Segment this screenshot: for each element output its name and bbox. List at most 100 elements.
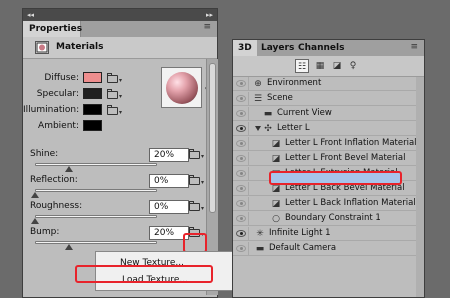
list-item[interactable]: ✳ Infinite Light 1 [233, 227, 424, 241]
slider-track[interactable] [35, 215, 157, 218]
slider-thumb[interactable] [31, 218, 39, 224]
eye-icon [236, 155, 246, 162]
visibility-toggle[interactable] [233, 152, 249, 166]
tab-channels[interactable]: Channels [293, 40, 349, 56]
filter-toolbar: ☷ ▦ ◪ ♀ [233, 56, 424, 77]
slider-label: Reflection: [30, 175, 78, 185]
scene-icon: ☰ [253, 94, 263, 104]
page-title: Materials [56, 42, 104, 52]
list-item-label: Letter L [277, 123, 310, 133]
panel-menu-icon[interactable]: ≡ [203, 22, 211, 32]
eye-icon [236, 125, 246, 132]
slider-value-field[interactable]: 0% [149, 200, 189, 214]
globe-icon: ⊕ [254, 79, 262, 89]
material-preview-sphere[interactable] [161, 67, 202, 108]
slider-track[interactable] [35, 189, 157, 192]
list-item-label: Default Camera [269, 243, 337, 253]
properties-panel: ◂◂ ▸▸ Properties ≡ Materials Diffuse: ▾ Sp… [22, 8, 239, 298]
camera-icon: ▬ [263, 109, 273, 119]
bump-folder-highlight [183, 233, 207, 253]
scene-tab-bar: 3D Layers Channels ≡ [233, 40, 424, 56]
eye-icon [236, 230, 246, 237]
slider-track[interactable] [35, 241, 157, 244]
list-item-label: Letter L Back Inflation Material [285, 198, 416, 208]
list-item[interactable]: ◪ Letter L Front Inflation Material [233, 137, 424, 151]
slider-value-field[interactable]: 0% [149, 174, 189, 188]
folder-icon[interactable]: ▾ [189, 201, 204, 212]
panel-menu-icon[interactable]: ≡ [410, 42, 418, 52]
folder-icon[interactable]: ▾ [107, 89, 122, 100]
slider-thumb[interactable] [65, 166, 73, 172]
sphere-preview [166, 72, 198, 104]
scene-scrollbar[interactable] [416, 77, 424, 297]
load-texture-highlight [75, 265, 213, 283]
materials-icon [35, 41, 49, 54]
list-item[interactable]: ☰ Scene [233, 92, 424, 106]
eye-icon [236, 245, 246, 252]
visibility-toggle[interactable] [233, 77, 249, 91]
material-icon: ◪ [271, 184, 281, 194]
list-item[interactable]: ▬ Default Camera [233, 242, 424, 256]
slider-label: Shine: [30, 149, 59, 159]
filter-lights-icon[interactable]: ♀ [346, 59, 360, 73]
list-item[interactable]: ✣ Letter L [233, 122, 424, 136]
list-item-label: Infinite Light 1 [269, 228, 331, 238]
collapse-icon[interactable]: ◂◂ [27, 11, 34, 19]
eye-icon [236, 95, 246, 102]
filter-whole-scene-icon[interactable]: ☷ [295, 59, 309, 73]
close-icon[interactable]: ▸▸ [206, 11, 213, 19]
slider-thumb[interactable] [31, 192, 39, 198]
eye-icon [236, 170, 246, 177]
color-row-label: Specular: [36, 89, 79, 99]
eye-icon [236, 215, 246, 222]
folder-icon[interactable]: ▾ [189, 175, 204, 186]
color-swatch[interactable] [83, 104, 102, 115]
list-item[interactable]: ◪ Letter L Back Inflation Material [233, 197, 424, 211]
tab-3d[interactable]: 3D [233, 40, 257, 56]
visibility-toggle[interactable] [233, 197, 249, 211]
slider-label: Bump: [30, 227, 60, 237]
material-icon: ◪ [271, 139, 281, 149]
list-item[interactable]: ○ Boundary Constraint 1 [233, 212, 424, 226]
visibility-toggle[interactable] [233, 137, 249, 151]
selected-row-highlight [269, 171, 402, 185]
color-row-label: Diffuse: [44, 73, 79, 83]
visibility-toggle[interactable] [233, 92, 249, 106]
slider-label: Roughness: [30, 201, 83, 211]
list-item-label: Letter L Front Bevel Material [285, 153, 406, 163]
material-icon: ◪ [271, 154, 281, 164]
list-item-label: Current View [277, 108, 332, 118]
list-item[interactable]: ⊕ Environment [233, 77, 424, 91]
tab-properties[interactable]: Properties [23, 21, 82, 37]
list-item[interactable]: ◪ Letter L Front Bevel Material [233, 152, 424, 166]
constraint-icon: ○ [272, 214, 280, 224]
visibility-toggle[interactable] [233, 122, 249, 136]
list-item-label: Environment [267, 78, 322, 88]
color-swatch[interactable] [83, 88, 102, 99]
color-swatch[interactable] [83, 120, 102, 131]
visibility-toggle[interactable] [233, 167, 249, 181]
folder-icon[interactable]: ▾ [107, 105, 122, 116]
visibility-toggle[interactable] [233, 212, 249, 226]
scrollbar-thumb[interactable] [209, 63, 216, 213]
list-item-label: Letter L Front Inflation Material [285, 138, 417, 148]
expand-triangle-icon[interactable] [255, 126, 261, 131]
filter-materials-icon[interactable]: ◪ [330, 59, 344, 73]
filter-meshes-icon[interactable]: ▦ [313, 59, 327, 73]
color-swatch[interactable] [83, 72, 102, 83]
scene-panel: 3D Layers Channels ≡ ☷ ▦ ◪ ♀ ⊕ Environmen… [232, 39, 425, 298]
visibility-toggle[interactable] [233, 227, 249, 241]
list-item[interactable]: ▬ Current View [233, 107, 424, 121]
materials-header: Materials [23, 37, 217, 59]
light-icon: ✳ [256, 229, 264, 239]
visibility-toggle[interactable] [233, 242, 249, 256]
folder-icon[interactable]: ▾ [107, 73, 122, 84]
slider-track[interactable] [35, 163, 157, 166]
list-item-label: Boundary Constraint 1 [285, 213, 381, 223]
slider-thumb[interactable] [65, 244, 73, 250]
visibility-toggle[interactable] [233, 107, 249, 121]
slider-value-field[interactable]: 20% [149, 148, 189, 162]
folder-icon[interactable]: ▾ [189, 149, 204, 160]
material-icon: ◪ [271, 199, 281, 209]
visibility-toggle[interactable] [233, 182, 249, 196]
